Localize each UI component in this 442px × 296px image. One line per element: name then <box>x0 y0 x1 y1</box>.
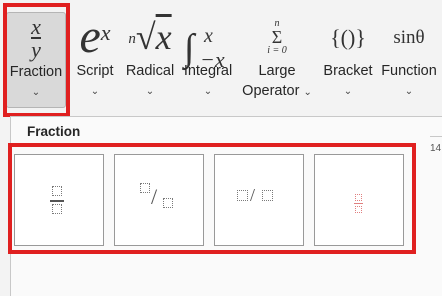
fraction-glyph-numerator: x <box>31 14 41 39</box>
radical-button-label: Radical <box>125 63 175 79</box>
radical-glyph-icon: n√x <box>128 17 172 57</box>
script-button-label: Script <box>76 63 114 79</box>
fraction-glyph-denominator: y <box>31 36 41 62</box>
integral-button-label: Integral <box>183 63 233 79</box>
chevron-down-icon: ⌄ <box>404 86 414 97</box>
radical-button[interactable]: n√x Radical ⌄ <box>122 12 178 108</box>
chevron-down-icon: ⌄ <box>31 87 41 98</box>
equation-structures-ribbon: x y Fraction ⌄ ex Script ⌄ n√x Radical ⌄… <box>0 0 442 116</box>
fraction-slash: / <box>151 184 158 209</box>
large-operator-button-label: Large <box>258 63 296 79</box>
large-operator-button[interactable]: n Σ i = 0 Large Operator ⌄ <box>238 12 316 108</box>
script-glyph-icon: ex <box>79 10 111 63</box>
numerator-placeholder <box>140 183 150 193</box>
chevron-down-icon: ⌄ <box>145 86 155 97</box>
integral-button[interactable]: ∫ x −x Integral ⌄ <box>178 12 238 108</box>
function-glyph-icon: sinθ <box>393 27 425 48</box>
chevron-down-icon: ⌄ <box>90 86 100 97</box>
fraction-slash: / <box>250 185 256 205</box>
fraction-button-label: Fraction <box>9 64 63 80</box>
gallery-title: Fraction <box>27 124 81 139</box>
denominator-placeholder <box>355 206 362 213</box>
fraction-glyph-icon: x y <box>7 15 65 69</box>
function-button-label: Function <box>381 63 437 79</box>
fraction-bar <box>50 200 64 202</box>
numerator-placeholder <box>237 190 248 201</box>
numerator-placeholder <box>52 186 62 196</box>
bracket-button[interactable]: {()} Bracket ⌄ <box>320 12 376 108</box>
stacked-fraction-option[interactable] <box>14 154 104 246</box>
skewed-fraction-option[interactable]: / <box>114 154 204 246</box>
numerator-placeholder <box>355 194 362 201</box>
small-fraction-option[interactable] <box>314 154 404 246</box>
large-operator-button-label-line2: Operator ⌄ <box>242 83 312 99</box>
bracket-button-label: Bracket <box>323 63 373 79</box>
function-button[interactable]: sinθ Function ⌄ <box>378 12 440 108</box>
fraction-button[interactable]: x y Fraction ⌄ <box>6 12 66 108</box>
denominator-placeholder <box>262 190 273 201</box>
chevron-down-icon: ⌄ <box>343 86 353 97</box>
denominator-placeholder <box>52 204 62 214</box>
gallery-edge-text: 14 <box>430 136 442 158</box>
denominator-placeholder <box>163 198 173 208</box>
chevron-down-icon: ⌄ <box>303 87 312 98</box>
summation-glyph-icon: n Σ i = 0 <box>267 18 287 56</box>
bracket-glyph-icon: {()} <box>330 25 366 50</box>
integral-glyph-icon: ∫ x −x <box>184 25 225 72</box>
fraction-bar <box>354 203 363 204</box>
chevron-down-icon: ⌄ <box>203 86 213 97</box>
script-button[interactable]: ex Script ⌄ <box>72 12 118 108</box>
linear-fraction-option[interactable]: / <box>214 154 304 246</box>
